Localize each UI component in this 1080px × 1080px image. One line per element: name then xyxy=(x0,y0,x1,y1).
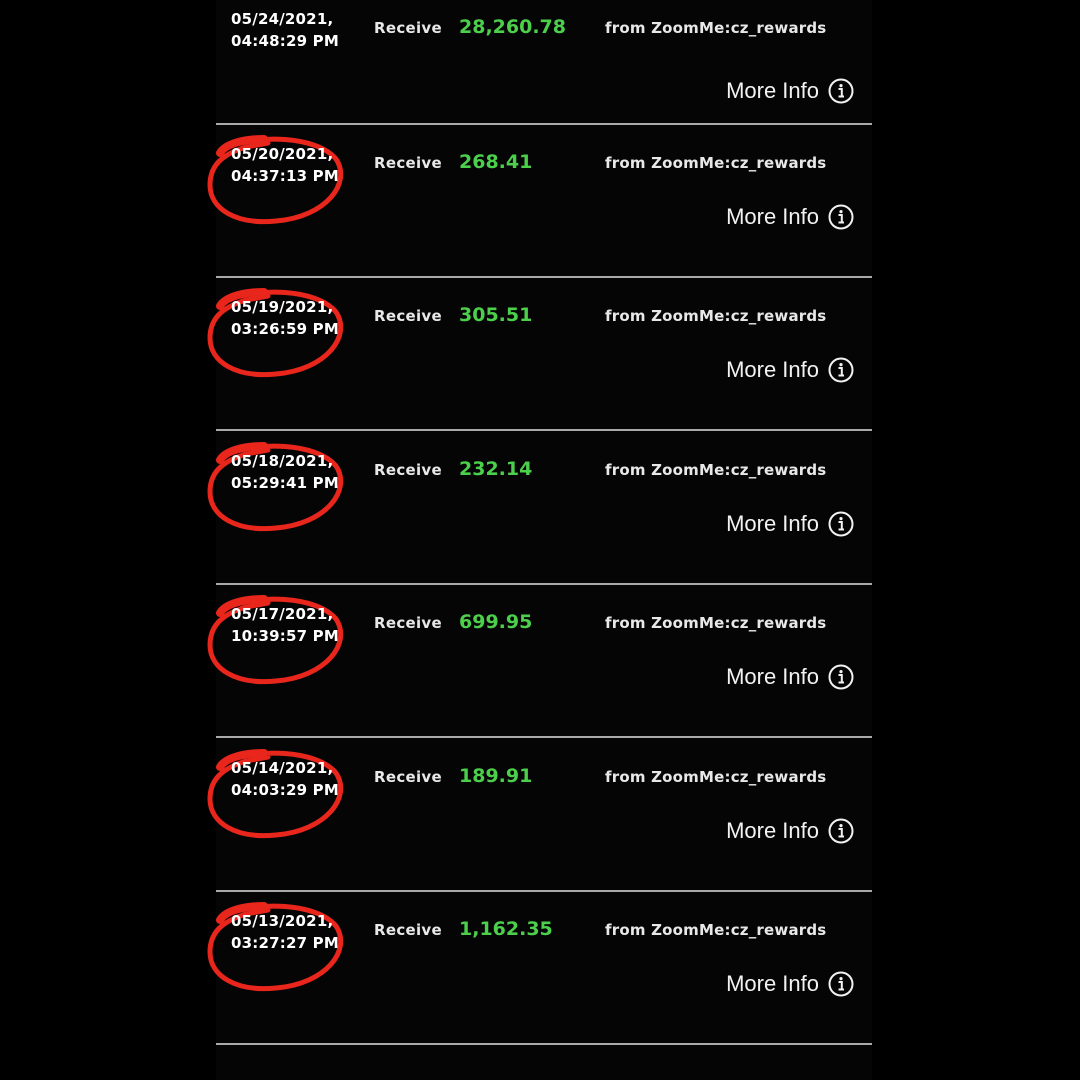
more-info-label: More Info xyxy=(726,357,819,382)
transaction-type: Receive xyxy=(374,154,442,172)
transaction-datetime: 05/24/2021, 04:48:29 PM xyxy=(231,8,371,52)
transaction-source: from ZoomMe:cz_rewards xyxy=(605,307,827,325)
info-circle-icon xyxy=(828,818,854,844)
more-info-button[interactable]: More Info xyxy=(726,202,854,232)
transaction-source: from ZoomMe:cz_rewards xyxy=(605,154,827,172)
transaction-row: 05/17/2021, 10:39:57 PM Receive 699.95 f… xyxy=(207,585,872,738)
transaction-datetime: 05/18/2021, 05:29:41 PM xyxy=(231,450,371,494)
transaction-datetime: 05/20/2021, 04:37:13 PM xyxy=(231,143,371,187)
transaction-type: Receive xyxy=(374,768,442,786)
transaction-datetime: 05/17/2021, 10:39:57 PM xyxy=(231,603,371,647)
more-info-button[interactable]: More Info xyxy=(726,816,854,846)
left-margin xyxy=(0,0,216,1080)
more-info-label: More Info xyxy=(726,511,819,536)
transaction-source: from ZoomMe:cz_rewards xyxy=(605,768,827,786)
transaction-date: 05/13/2021, xyxy=(231,912,334,930)
transaction-amount: 232.14 xyxy=(459,458,533,480)
transaction-source: from ZoomMe:cz_rewards xyxy=(605,921,827,939)
transaction-row: 05/14/2021, 04:03:29 PM Receive 189.91 f… xyxy=(207,739,872,892)
transaction-type: Receive xyxy=(374,461,442,479)
info-circle-icon xyxy=(828,511,854,537)
transaction-type: Receive xyxy=(374,614,442,632)
transaction-amount: 268.41 xyxy=(459,151,533,173)
transaction-row: 05/20/2021, 04:37:13 PM Receive 268.41 f… xyxy=(207,125,872,278)
transaction-date: 05/20/2021, xyxy=(231,145,334,163)
transaction-time: 10:39:57 PM xyxy=(231,627,339,645)
transaction-datetime: 05/13/2021, 03:27:27 PM xyxy=(231,910,371,954)
info-circle-icon xyxy=(828,204,854,230)
more-info-label: More Info xyxy=(726,78,819,103)
transaction-date: 05/18/2021, xyxy=(231,452,334,470)
transaction-time: 05:29:41 PM xyxy=(231,474,339,492)
transaction-date: 05/24/2021, xyxy=(231,10,334,28)
info-circle-icon xyxy=(828,78,854,104)
transaction-time: 04:03:29 PM xyxy=(231,781,339,799)
transaction-row: 05/13/2021, 03:27:27 PM Receive 1,162.35… xyxy=(207,892,872,1045)
transaction-datetime: 05/19/2021, 03:26:59 PM xyxy=(231,296,371,340)
transaction-time: 04:48:29 PM xyxy=(231,32,339,50)
transaction-amount: 1,162.35 xyxy=(459,918,553,940)
more-info-label: More Info xyxy=(726,664,819,689)
transaction-type: Receive xyxy=(374,921,442,939)
transaction-source: from ZoomMe:cz_rewards xyxy=(605,461,827,479)
more-info-button[interactable]: More Info xyxy=(726,76,854,106)
transaction-time: 03:27:27 PM xyxy=(231,934,339,952)
transaction-row: 05/24/2021, 04:48:29 PM Receive 28,260.7… xyxy=(216,0,872,125)
transaction-datetime: 05/14/2021, 04:03:29 PM xyxy=(231,757,371,801)
transaction-amount: 189.91 xyxy=(459,765,533,787)
info-circle-icon xyxy=(828,664,854,690)
transaction-list: 05/24/2021, 04:48:29 PM Receive 28,260.7… xyxy=(207,0,872,1080)
transaction-date: 05/19/2021, xyxy=(231,298,334,316)
more-info-button[interactable]: More Info xyxy=(726,509,854,539)
transaction-amount: 305.51 xyxy=(459,304,533,326)
transaction-row: 05/19/2021, 03:26:59 PM Receive 305.51 f… xyxy=(207,278,872,431)
more-info-button[interactable]: More Info xyxy=(726,969,854,999)
transaction-type: Receive xyxy=(374,19,442,37)
right-margin xyxy=(872,0,1080,1080)
transaction-type: Receive xyxy=(374,307,442,325)
more-info-button[interactable]: More Info xyxy=(726,662,854,692)
transaction-date: 05/14/2021, xyxy=(231,759,334,777)
more-info-label: More Info xyxy=(726,818,819,843)
transaction-source: from ZoomMe:cz_rewards xyxy=(605,614,827,632)
more-info-button[interactable]: More Info xyxy=(726,355,854,385)
info-circle-icon xyxy=(828,971,854,997)
transaction-date: 05/17/2021, xyxy=(231,605,334,623)
transaction-amount: 699.95 xyxy=(459,611,533,633)
transaction-amount: 28,260.78 xyxy=(459,16,566,38)
transaction-time: 04:37:13 PM xyxy=(231,167,339,185)
more-info-label: More Info xyxy=(726,971,819,996)
transaction-time: 03:26:59 PM xyxy=(231,320,339,338)
transaction-source: from ZoomMe:cz_rewards xyxy=(605,19,827,37)
transaction-row: 05/18/2021, 05:29:41 PM Receive 232.14 f… xyxy=(207,432,872,585)
more-info-label: More Info xyxy=(726,204,819,229)
info-circle-icon xyxy=(828,357,854,383)
